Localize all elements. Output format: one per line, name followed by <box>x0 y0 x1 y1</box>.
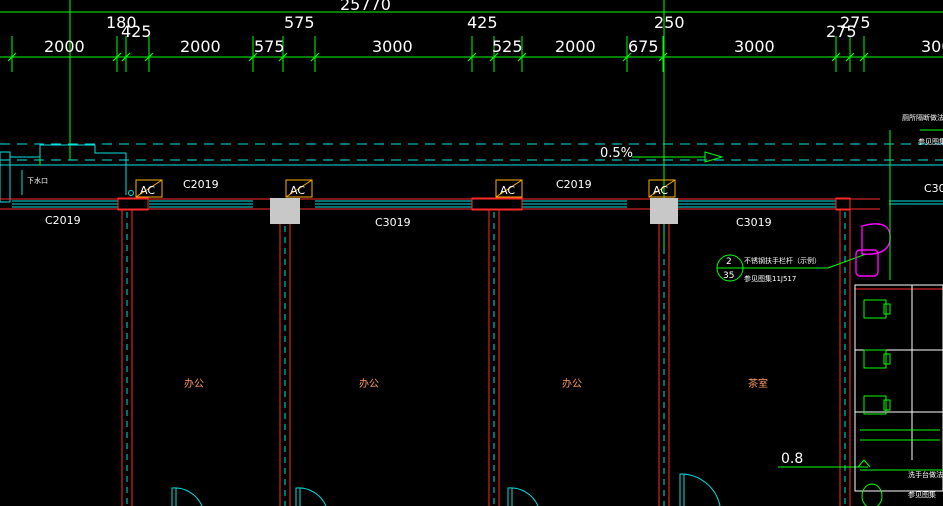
cad-drawing-canvas[interactable]: 25770 180 425 575 425 250 275 2000 425 2… <box>0 0 943 506</box>
dim-bottom-4: 575 <box>254 37 285 56</box>
ac-label-4: AC <box>653 184 668 197</box>
window-label-6: C30 <box>924 182 943 195</box>
door-swings <box>171 473 721 506</box>
dim-top-3: 575 <box>284 13 315 32</box>
callout-top: 2 <box>726 257 732 267</box>
elevation-mark: 0.8 <box>778 451 871 468</box>
callout-line1: 不锈钢扶手栏杆（示例） <box>744 256 821 265</box>
side-note-1: 厕所隔断做法 <box>902 113 943 122</box>
dim-bottom-5: 3000 <box>372 37 413 56</box>
dim-bottom-10: 275 <box>826 22 857 41</box>
dim-top-4: 425 <box>467 13 498 32</box>
side-note-2: 参见图集 <box>918 137 943 146</box>
dimension-text: 25770 180 425 575 425 250 275 2000 425 2… <box>44 0 943 56</box>
callout-bottom: 35 <box>723 271 734 281</box>
dim-bottom-11: 300 <box>921 37 943 56</box>
room-label-4: 茶室 <box>748 377 768 390</box>
elevation-label: 0.8 <box>781 451 803 467</box>
drain-outlet-icon <box>128 190 134 196</box>
ac-unit-2: AC <box>285 179 313 198</box>
dim-top-5: 250 <box>654 13 685 32</box>
room-label-1: 办公 <box>184 377 204 390</box>
partition-walls <box>121 210 851 506</box>
ac-label-2: AC <box>290 184 305 197</box>
dim-bottom-1: 2000 <box>44 37 85 56</box>
window-label-3: C3019 <box>375 216 411 229</box>
room-labels: 办公 办公 办公 茶室 <box>184 377 768 390</box>
window-label-4: C2019 <box>556 178 592 191</box>
slope-label: 0.5% <box>600 146 633 161</box>
drain-note: 下水口 <box>27 176 48 185</box>
ac-unit-3: AC <box>495 179 523 198</box>
room-label-3: 办公 <box>562 377 582 390</box>
ac-label-3: AC <box>500 184 515 197</box>
dim-top-2: 425 <box>121 22 152 41</box>
overall-dimension: 25770 <box>340 0 391 14</box>
window-label-2: C2019 <box>45 214 81 227</box>
window-label-1: C2019 <box>183 178 219 191</box>
drain-pipe <box>0 144 127 203</box>
room-label-2: 办公 <box>359 377 379 390</box>
ac-label-1: AC <box>140 184 155 197</box>
callout-line2: 参见图集11J517 <box>744 274 796 283</box>
ac-unit-1: AC <box>135 179 163 198</box>
dim-bottom-7: 2000 <box>555 37 596 56</box>
gutter-lines <box>0 143 943 166</box>
side-note-3: 洗手台做法 <box>908 470 943 479</box>
side-note-4: 参见图集 <box>908 490 936 499</box>
dim-bottom-3: 2000 <box>180 37 221 56</box>
dim-bottom-9: 3000 <box>734 37 775 56</box>
dim-bottom-6: 525 <box>492 37 523 56</box>
callout: 2 35 不锈钢扶手栏杆（示例） 参见图集11J517 <box>716 253 867 283</box>
window-label-5: C3019 <box>736 216 772 229</box>
ac-unit-4: AC <box>648 179 676 198</box>
dim-bottom-8: 675 <box>628 37 659 56</box>
restroom-area: 厕所隔断做法 参见图集 洗手台做法 参见图集 <box>854 113 943 506</box>
